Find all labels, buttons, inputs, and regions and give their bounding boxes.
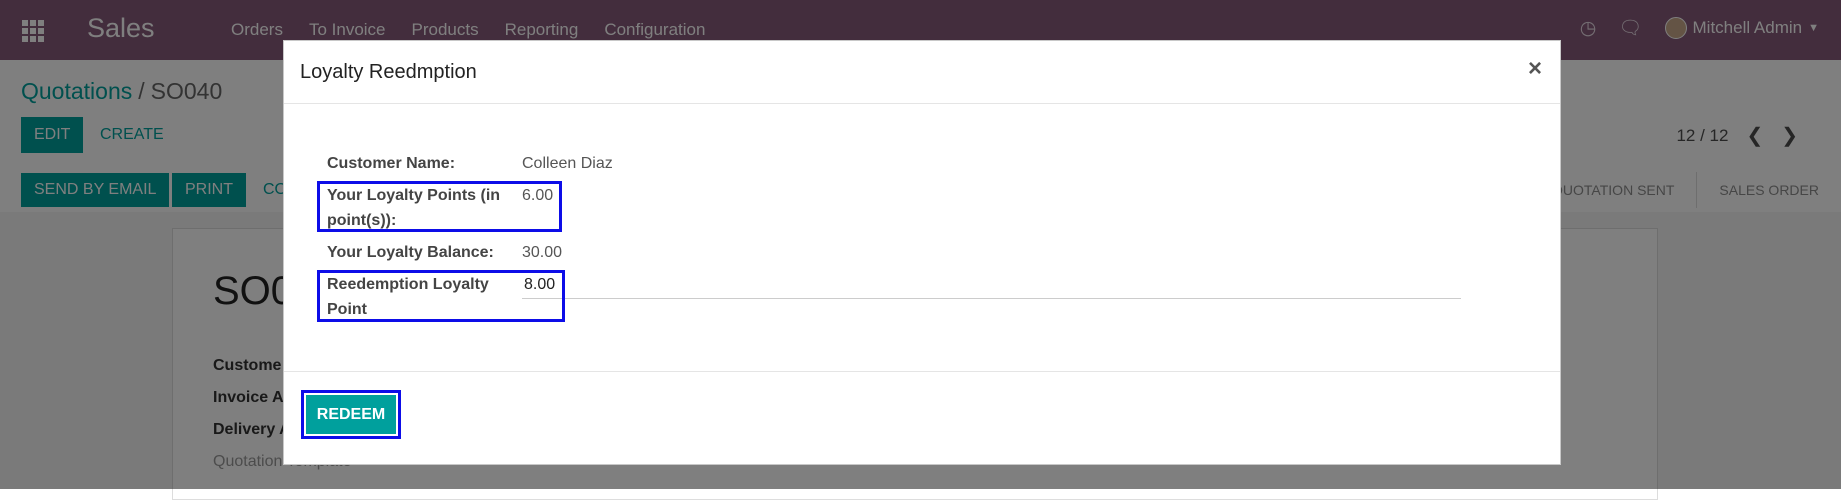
dialog-footer: REDEEM [284, 371, 1560, 465]
dialog-body: Customer Name: Colleen Diaz Your Loyalty… [284, 104, 1560, 371]
loyalty-balance-label: Your Loyalty Balance: [327, 244, 494, 261]
customer-name-label: Customer Name: [327, 155, 456, 172]
close-icon[interactable]: × [1528, 55, 1542, 83]
dialog-title: Loyalty Reedmption [300, 61, 477, 83]
redemption-points-input[interactable] [522, 272, 1461, 299]
loyalty-redemption-dialog: Loyalty Reedmption × Customer Name: Coll… [283, 40, 1561, 465]
redemption-points-highlight [317, 270, 565, 322]
loyalty-points-highlight [317, 181, 562, 232]
customer-name-value: Colleen Diaz [522, 155, 613, 172]
redeem-button-highlight [301, 390, 401, 439]
dialog-header: Loyalty Reedmption × [284, 41, 1560, 104]
loyalty-balance-value: 30.00 [522, 244, 563, 261]
